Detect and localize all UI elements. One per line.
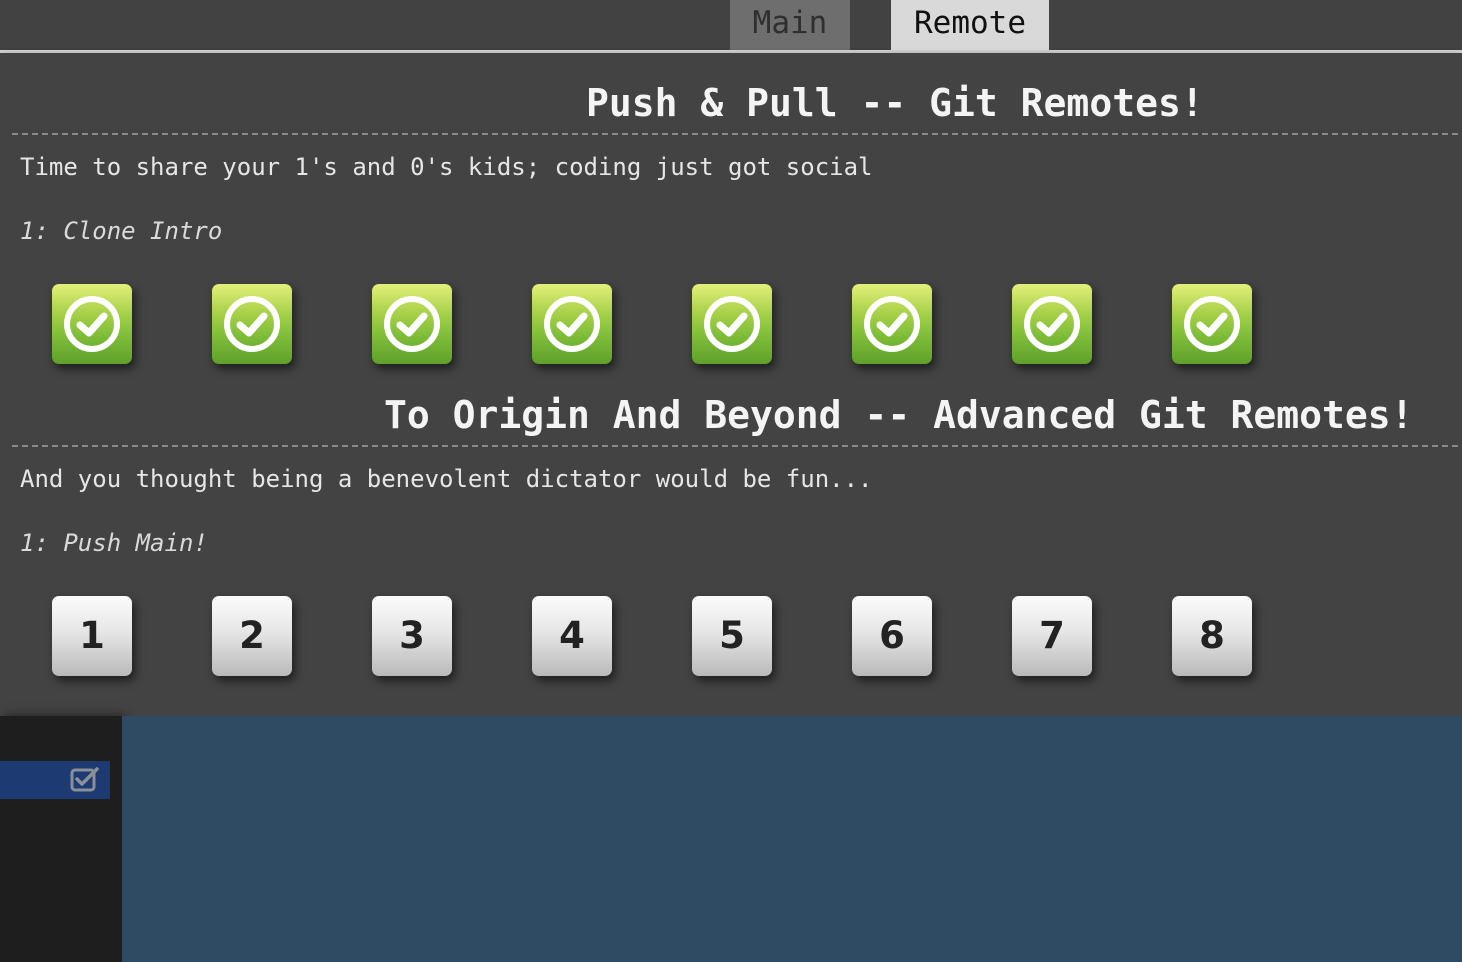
check-circle-icon	[1184, 296, 1240, 352]
level-number: 4	[559, 614, 585, 657]
level-button-8[interactable]	[1172, 284, 1252, 364]
tab-remote[interactable]: Remote	[891, 0, 1049, 50]
sequence-description: And you thought being a benevolent dicta…	[20, 465, 873, 493]
checkbox-checked-icon	[70, 766, 100, 798]
level-button-3[interactable]: 3	[372, 596, 452, 676]
level-button-7[interactable]	[1012, 284, 1092, 364]
sidebar-item-selected[interactable]	[0, 761, 110, 799]
level-select-panel: Push & Pull -- Git Remotes! Time to shar…	[0, 53, 1462, 716]
sequence-description: Time to share your 1's and 0's kids; cod…	[20, 153, 873, 181]
level-button-1[interactable]: 1	[52, 596, 132, 676]
level-button-6[interactable]: 6	[852, 596, 932, 676]
check-circle-icon	[384, 296, 440, 352]
level-number: 1	[79, 614, 105, 657]
level-button-4[interactable]: 4	[532, 596, 612, 676]
check-circle-icon	[544, 296, 600, 352]
check-circle-icon	[64, 296, 120, 352]
command-sidebar	[0, 716, 122, 962]
level-button-4[interactable]	[532, 284, 612, 364]
check-circle-icon	[864, 296, 920, 352]
level-number: 5	[719, 614, 745, 657]
check-circle-icon	[1024, 296, 1080, 352]
tab-main[interactable]: Main	[730, 0, 850, 50]
level-button-7[interactable]: 7	[1012, 596, 1092, 676]
level-button-8[interactable]: 8	[1172, 596, 1252, 676]
check-circle-icon	[224, 296, 280, 352]
tab-bar: Main Remote	[0, 0, 1462, 53]
level-button-2[interactable]	[212, 284, 292, 364]
check-circle-icon	[704, 296, 760, 352]
level-button-3[interactable]	[372, 284, 452, 364]
level-number: 6	[879, 614, 905, 657]
git-visualization-area[interactable]	[122, 716, 1462, 962]
level-button-2[interactable]: 2	[212, 596, 292, 676]
level-number: 7	[1039, 614, 1065, 657]
level-button-5[interactable]: 5	[692, 596, 772, 676]
level-button-1[interactable]	[52, 284, 132, 364]
section-divider	[12, 445, 1458, 447]
level-number: 3	[399, 614, 425, 657]
sequence-title: To Origin And Beyond -- Advanced Git Rem…	[384, 393, 1414, 437]
section-divider	[12, 133, 1458, 135]
level-button-5[interactable]	[692, 284, 772, 364]
level-button-6[interactable]	[852, 284, 932, 364]
level-number: 2	[239, 614, 265, 657]
level-name: 1: Clone Intro	[20, 217, 223, 245]
level-number: 8	[1199, 614, 1225, 657]
level-name: 1: Push Main!	[20, 529, 208, 557]
sequence-title: Push & Pull -- Git Remotes!	[586, 81, 1204, 125]
